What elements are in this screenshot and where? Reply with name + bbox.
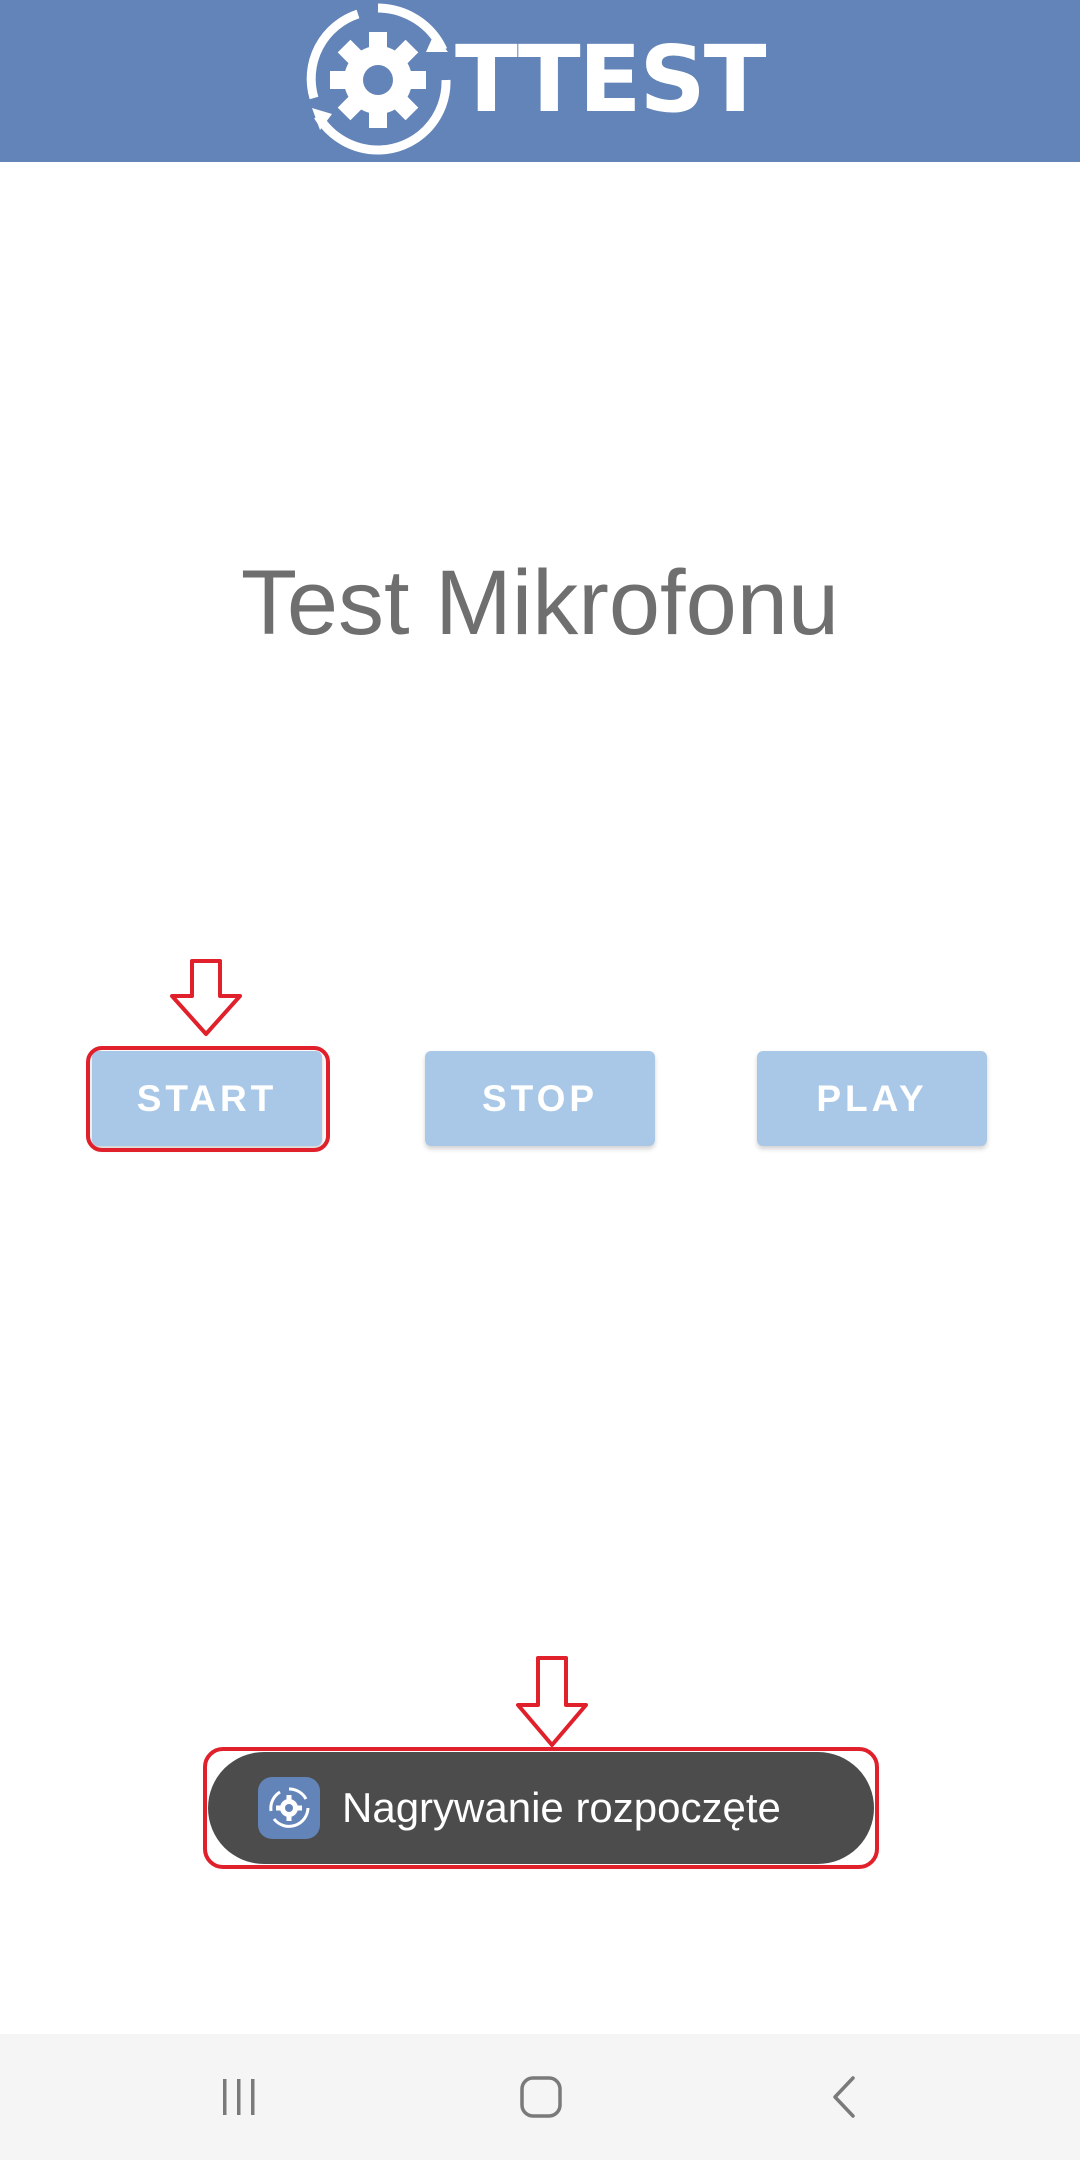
app-logo: TTEST	[298, 0, 778, 160]
annotation-highlight-start	[86, 1046, 330, 1152]
recents-icon	[223, 2079, 255, 2115]
screen: TTEST Test Mikrofonu START STOP PLAY Nag…	[0, 0, 1080, 2160]
annotation-arrow-icon	[170, 959, 242, 1036]
home-button[interactable]	[496, 2062, 586, 2132]
gear-sync-icon	[306, 3, 451, 155]
play-button[interactable]: PLAY	[757, 1051, 987, 1146]
stop-button[interactable]: STOP	[425, 1051, 655, 1146]
logo-text: TTEST	[455, 26, 766, 133]
home-icon	[520, 2076, 562, 2118]
back-button[interactable]	[800, 2062, 890, 2132]
app-header: TTEST	[0, 0, 1080, 162]
back-icon	[833, 2076, 855, 2118]
system-nav-bar	[0, 2034, 1080, 2160]
page-title: Test Mikrofonu	[240, 552, 840, 654]
annotation-highlight-toast	[203, 1747, 879, 1869]
recents-button[interactable]	[194, 2062, 284, 2132]
annotation-arrow-icon	[516, 1656, 588, 1747]
